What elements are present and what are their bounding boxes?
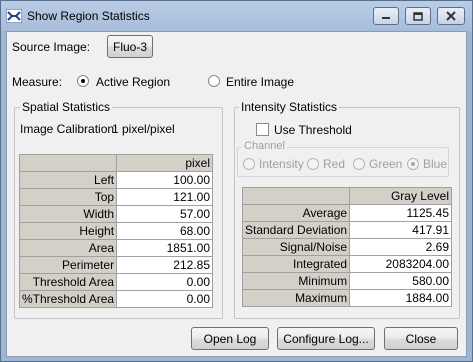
source-image-button[interactable]: Fluo-3 [107,35,153,58]
cell-value: 68.00 [116,222,213,240]
table-row: Integrated 2083204.00 [241,255,452,273]
cell-value: 212.85 [116,256,213,274]
row-header: Minimum [241,272,351,290]
table-row: Threshold Area 0.00 [18,273,213,291]
cell-value: 0.00 [116,290,213,308]
table-row: Width 57.00 [18,205,213,223]
use-threshold-checkbox[interactable] [256,123,269,136]
open-log-button[interactable]: Open Log [191,327,269,350]
channel-green-label: Green [369,157,403,171]
row-header: Integrated [241,255,351,273]
minimize-icon [382,17,390,19]
table-row: Perimeter 212.85 [18,256,213,274]
active-region-label: Active Region [96,75,171,89]
use-threshold-label: Use Threshold [274,123,352,137]
dialog-window: Show Region Statistics Source Image: Flu… [0,0,473,362]
intensity-statistics-table: Gray Level Average 1125.45 Standard Devia… [241,187,452,307]
radio-channel-green[interactable] [353,158,365,170]
close-window-button[interactable] [437,7,465,25]
dialog-body: Source Image: Fluo-3 Measure: Active Reg… [6,31,467,357]
table-corner-cell [18,154,118,172]
close-icon [446,11,456,21]
table-row: Signal/Noise 2.69 [241,238,452,256]
channel-red-label: Red [323,157,346,171]
close-button[interactable]: Close [384,327,458,350]
maximize-button[interactable] [405,7,431,25]
radio-channel-red[interactable] [307,158,319,170]
row-header: Area [18,239,118,257]
table-row: Height 68.00 [18,222,213,240]
table-row: Minimum 580.00 [241,272,452,290]
radio-active-region[interactable] [77,75,89,87]
table-row: Area 1851.00 [18,239,213,257]
channel-blue-label: Blue [423,157,448,171]
cell-value: 580.00 [349,272,452,290]
intensity-statistics-title: Intensity Statistics [239,100,340,114]
table-row: Top 121.00 [18,188,213,206]
calibration-value: 1 pixel/pixel [112,122,175,136]
entire-image-label: Entire Image [226,75,295,89]
window-title: Show Region Statistics [27,9,150,23]
table-row: Maximum 1884.00 [241,289,452,307]
row-header: Threshold Area [18,273,118,291]
table-row: Standard Deviation 417.91 [241,221,452,239]
cell-value: 0.00 [116,273,213,291]
configure-log-button[interactable]: Configure Log... [277,327,375,350]
measure-label: Measure: [12,75,63,89]
row-header: Signal/Noise [241,238,351,256]
row-header: Standard Deviation [241,221,351,239]
cell-value: 2083204.00 [349,255,452,273]
channel-intensity-label: Intensity [259,157,304,171]
cell-value: 1851.00 [116,239,213,257]
cell-value: 2.69 [349,238,452,256]
radio-channel-blue[interactable] [407,158,419,170]
spatial-statistics-title: Spatial Statistics [20,100,113,114]
row-header: %Threshold Area [18,290,118,308]
cell-value: 1884.00 [349,289,452,307]
spatial-statistics-table: pixel Left 100.00 Top 121.00 Width 57.00 He… [18,154,213,308]
table-header-row: Gray Level [241,187,452,205]
maximize-icon [413,11,423,21]
table-row: Left 100.00 [18,171,213,189]
minimize-button[interactable] [373,7,399,25]
row-header: Height [18,222,118,240]
title-bar[interactable]: Show Region Statistics [1,1,472,31]
cell-value: 100.00 [116,171,213,189]
row-header: Average [241,204,351,222]
row-header: Left [18,171,118,189]
row-header: Maximum [241,289,351,307]
cell-value: 57.00 [116,205,213,223]
radio-entire-image[interactable] [208,75,220,87]
table-corner-cell [241,187,351,205]
row-header: Top [18,188,118,206]
table-header-row: pixel [18,154,213,172]
app-icon [6,9,22,23]
column-header-pixel: pixel [116,154,213,172]
calibration-label: Image Calibration: [20,122,118,136]
row-header: Perimeter [18,256,118,274]
cell-value: 417.91 [349,221,452,239]
table-row: Average 1125.45 [241,204,452,222]
row-header: Width [18,205,118,223]
radio-channel-intensity[interactable] [243,158,255,170]
channel-group-title: Channel [242,140,287,152]
cell-value: 1125.45 [349,204,452,222]
table-row: %Threshold Area 0.00 [18,290,213,308]
column-header-gray-level: Gray Level [349,187,452,205]
cell-value: 121.00 [116,188,213,206]
source-image-label: Source Image: [12,40,91,54]
